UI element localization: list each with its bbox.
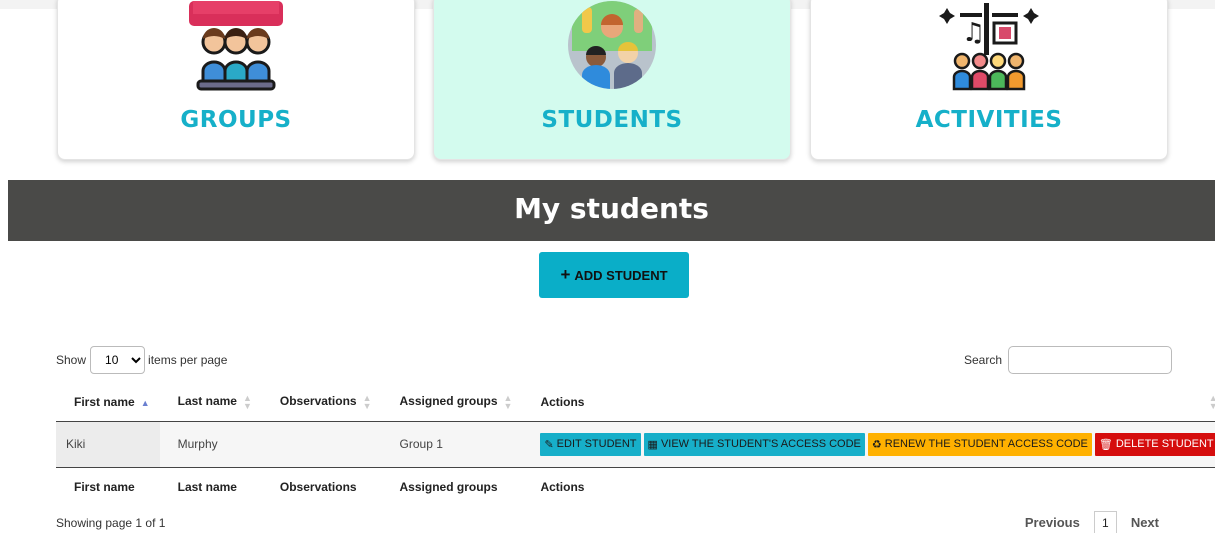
column-header-actions[interactable]: Actions ▲ ▼ — [522, 384, 1215, 422]
cell-last-name: Murphy — [177, 437, 218, 451]
show-label: Show — [56, 353, 87, 367]
column-header-label: Last name — [177, 394, 237, 409]
recycle-icon: ♻ — [871, 438, 882, 451]
renew-access-code-button[interactable]: ♻ RENEW THE STUDENT ACCESS CODE — [867, 432, 1092, 456]
qr-code-icon: ▦ — [647, 438, 658, 451]
sort-icon: ▲ ▼ — [242, 393, 252, 412]
search-label: Search — [963, 353, 1002, 367]
next-page-button[interactable]: Next — [1131, 515, 1159, 530]
page-title: My students — [8, 180, 1215, 241]
page-number-button[interactable]: 1 — [1093, 511, 1117, 533]
footer-actions: Actions — [522, 466, 1215, 507]
svg-text:♫: ♫ — [962, 18, 985, 48]
delete-student-button[interactable]: 🗑 DELETE STUDENT — [1094, 432, 1215, 456]
table-header-row: First name ▲ Last name ▲ ▼ Observations ▲ ▼ A… — [56, 384, 1215, 422]
cell-actions: ✎ EDIT STUDENT ▦ VIEW THE STUDENT'S ACCESS… — [522, 421, 1215, 467]
column-header-label: Actions — [540, 395, 585, 410]
column-header-label: Observations — [279, 394, 357, 409]
sort-icon: ▲ ▼ — [503, 393, 513, 412]
column-header-assigned-groups[interactable]: Assigned groups ▲ ▼ — [381, 384, 523, 422]
page-size-select[interactable]: 10 — [90, 346, 146, 374]
students-illustration-icon — [568, 1, 656, 89]
renew-access-code-label: RENEW THE STUDENT ACCESS CODE — [884, 438, 1088, 450]
view-access-code-label: VIEW THE STUDENT'S ACCESS CODE — [660, 438, 861, 450]
plus-icon: + — [560, 265, 571, 284]
students-card-title: STUDENTS — [541, 107, 683, 133]
sort-ascending-icon: ▲ — [140, 398, 150, 409]
groups-card-title: GROUPS — [180, 107, 292, 133]
table-row: Kiki Murphy Group 1 ✎ EDIT STUDENT ▦ VIEW … — [56, 421, 1215, 467]
activities-illustration-icon: ♫ — [939, 3, 1039, 91]
sort-icon: ▲ ▼ — [362, 393, 372, 412]
add-student-button[interactable]: + ADD STUDENT — [539, 252, 689, 298]
activities-card[interactable]: ♫ ACTIVITIES — [810, 0, 1168, 160]
trash-icon: 🗑 — [1098, 438, 1113, 451]
showing-page-info: Showing page 1 of 1 — [56, 516, 166, 530]
column-header-first-name[interactable]: First name ▲ — [56, 384, 160, 422]
footer-assigned-groups: Assigned groups — [381, 466, 523, 507]
column-header-last-name[interactable]: Last name ▲ ▼ — [159, 384, 262, 422]
add-student-label: ADD STUDENT — [574, 267, 668, 283]
edit-icon: ✎ — [544, 438, 554, 451]
pagination: Previous 1 Next — [1025, 511, 1159, 533]
footer-first-name: First name — [56, 466, 160, 507]
column-header-observations[interactable]: Observations ▲ ▼ — [261, 384, 382, 422]
view-access-code-button[interactable]: ▦ VIEW THE STUDENT'S ACCESS CODE — [643, 432, 865, 456]
search-input[interactable] — [1008, 346, 1172, 374]
delete-student-label: DELETE STUDENT — [1115, 438, 1214, 450]
cell-observations — [262, 421, 382, 467]
footer-last-name: Last name — [159, 466, 262, 507]
column-header-label: First name — [74, 395, 135, 410]
edit-student-button[interactable]: ✎ EDIT STUDENT — [540, 432, 641, 456]
footer-observations: Observations — [261, 466, 382, 507]
edit-student-label: EDIT STUDENT — [556, 438, 637, 450]
cell-assigned-groups: Group 1 — [399, 437, 443, 451]
previous-page-button[interactable]: Previous — [1025, 515, 1080, 530]
students-table: First name ▲ Last name ▲ ▼ Observations ▲ ▼ A… — [56, 384, 1215, 507]
page-size-control: Show 10 items per page — [56, 346, 227, 374]
activities-card-title: ACTIVITIES — [915, 107, 1063, 133]
sort-icon: ▲ ▼ — [1208, 393, 1215, 412]
groups-card[interactable]: GROUPS — [57, 0, 415, 160]
groups-illustration-icon — [189, 1, 283, 91]
students-card[interactable]: STUDENTS — [433, 0, 791, 160]
search-control: Search — [964, 346, 1172, 374]
column-header-label: Assigned groups — [399, 394, 498, 409]
cell-first-name: Kiki — [56, 421, 160, 467]
table-footer-row: First name Last name Observations Assign… — [56, 466, 1215, 507]
items-per-page-label: items per page — [148, 353, 228, 367]
